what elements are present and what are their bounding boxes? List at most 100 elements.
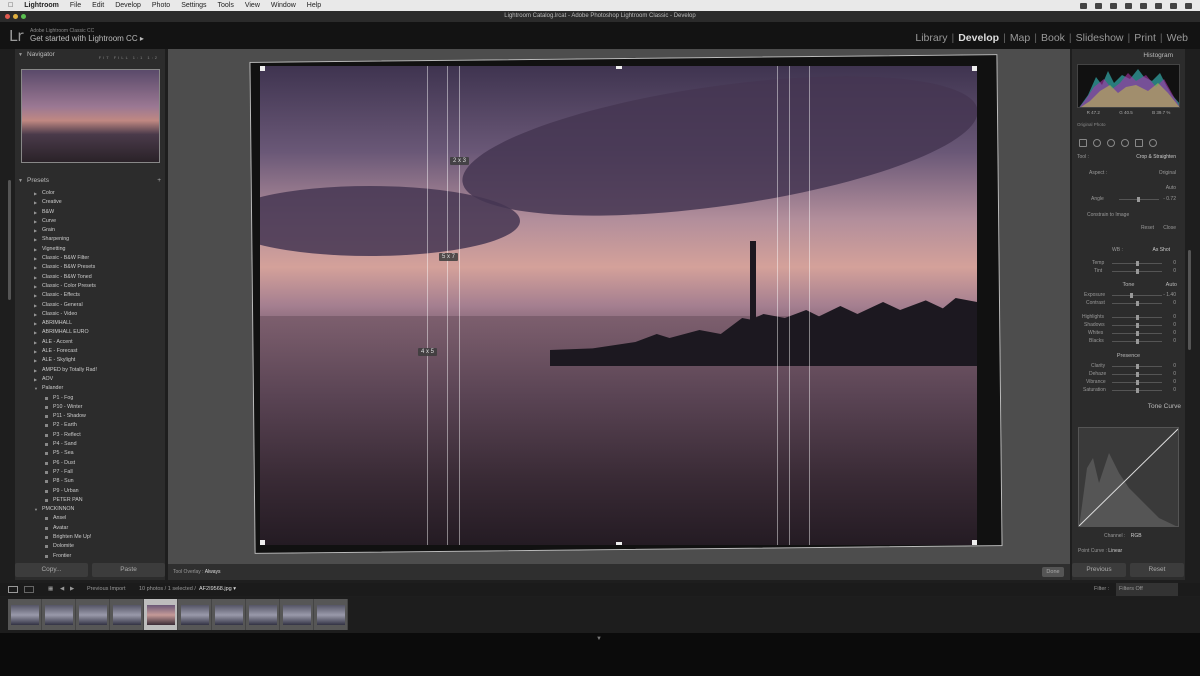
presets-header[interactable]: Presets +	[15, 175, 165, 187]
filmstrip-thumbnail[interactable]	[110, 599, 144, 630]
spot-removal-icon[interactable]	[1093, 139, 1101, 147]
contrast-row[interactable]: Contrast 0	[1077, 299, 1180, 308]
shadows-slider[interactable]	[1112, 323, 1162, 328]
chevron-right-icon[interactable]: ▶	[34, 189, 37, 198]
grid-view-icon[interactable]: ▦	[48, 583, 53, 596]
tone-auto-button[interactable]: Auto	[1166, 282, 1177, 288]
filmstrip-thumbnail[interactable]	[144, 599, 178, 630]
filmstrip-thumbnail[interactable]	[212, 599, 246, 630]
menu-settings[interactable]: Settings	[181, 0, 206, 11]
preset-folder[interactable]: ▶ Classic - Color Presets	[15, 282, 165, 291]
navigator-zoom-options[interactable]: FIT FILL 1:1 1:2	[99, 52, 159, 64]
module-map[interactable]: Map	[1006, 32, 1034, 44]
vibrance-slider[interactable]	[1112, 380, 1162, 385]
point-curve-row[interactable]: Point Curve : Linear	[1078, 548, 1122, 554]
crop-reset-button[interactable]: Reset	[1141, 224, 1154, 233]
chevron-right-icon[interactable]: ▶	[34, 328, 37, 337]
preset-item[interactable]: P10 - Winter	[15, 403, 165, 412]
filmstrip-thumbnail[interactable]	[76, 599, 110, 630]
photo-crop-area[interactable]: 2 x 3 5 x 7 4 x 5	[260, 66, 977, 545]
saturation-row[interactable]: Saturation 0	[1077, 386, 1180, 395]
preset-folder[interactable]: ▶ ABRIMHALL EURO	[15, 328, 165, 337]
module-print[interactable]: Print	[1130, 32, 1160, 44]
crop-handle[interactable]	[616, 66, 622, 69]
menu-icon[interactable]	[1185, 2, 1192, 9]
chevron-right-icon[interactable]: ▶	[34, 273, 37, 282]
preset-folder[interactable]: ▶ Classic - B&W Filter	[15, 254, 165, 263]
red-eye-icon[interactable]	[1107, 139, 1115, 147]
preset-item[interactable]: P2 - Earth	[15, 421, 165, 430]
preset-folder[interactable]: ▶ Classic - B&W Presets	[15, 263, 165, 272]
preset-item[interactable]: P5 - Sea	[15, 449, 165, 458]
menu-help[interactable]: Help	[307, 0, 321, 11]
zoom-window-icon[interactable]	[21, 14, 26, 19]
chevron-right-icon[interactable]: ▶	[34, 310, 37, 319]
previous-button[interactable]: Previous	[1072, 563, 1126, 577]
menu-edit[interactable]: Edit	[92, 0, 104, 11]
user-icon[interactable]	[1155, 2, 1162, 9]
preset-item[interactable]: Frontier	[15, 552, 165, 561]
channel-row[interactable]: Channel : RGB	[1104, 533, 1142, 539]
chevron-right-icon[interactable]: ▶	[34, 208, 37, 217]
preset-item[interactable]: Avatar	[15, 524, 165, 533]
status-icon[interactable]	[1080, 2, 1087, 9]
contrast-slider[interactable]	[1112, 301, 1162, 306]
wb-row[interactable]: WB : As Shot	[1077, 246, 1180, 255]
preset-folder[interactable]: ▶ Classic - B&W Toned	[15, 273, 165, 282]
left-scrollbar[interactable]	[8, 180, 11, 300]
wifi-icon[interactable]	[1125, 2, 1132, 9]
tint-slider[interactable]	[1112, 269, 1162, 274]
forward-arrow-icon[interactable]: ▶	[70, 583, 74, 596]
chevron-right-icon[interactable]: ▶	[34, 217, 37, 226]
aspect-row[interactable]: Aspect : Original	[1077, 169, 1180, 178]
module-slideshow[interactable]: Slideshow	[1072, 32, 1128, 44]
tone-curve-title[interactable]: Tone Curve	[1148, 403, 1181, 410]
chevron-right-icon[interactable]: ▶	[34, 291, 37, 300]
menu-lightroom[interactable]: Lightroom	[24, 0, 59, 11]
module-web[interactable]: Web	[1163, 32, 1192, 44]
preset-folder[interactable]: ▶ Vignetting	[15, 245, 165, 254]
preset-item[interactable]: P1 - Fog	[15, 394, 165, 403]
preset-item[interactable]: P9 - Urban	[15, 487, 165, 496]
status-icon[interactable]	[1110, 2, 1117, 9]
expand-filmstrip-icon[interactable]: ▼	[596, 636, 602, 642]
menu-photo[interactable]: Photo	[152, 0, 170, 11]
navigator-header[interactable]: Navigator FIT FILL 1:1 1:2	[15, 49, 165, 61]
paste-button[interactable]: Paste	[92, 563, 165, 577]
chevron-right-icon[interactable]: ▶	[34, 198, 37, 207]
highlights-slider[interactable]	[1112, 315, 1162, 320]
account-link[interactable]: Get started with Lightroom CC ▸	[30, 34, 144, 43]
crop-handle[interactable]	[972, 66, 977, 71]
preset-item[interactable]: Dolomite	[15, 542, 165, 551]
filmstrip-thumbnail[interactable]	[246, 599, 280, 630]
preset-item[interactable]: P6 - Dust	[15, 459, 165, 468]
blacks-slider[interactable]	[1112, 339, 1162, 344]
whites-slider[interactable]	[1112, 331, 1162, 336]
chevron-right-icon[interactable]: ▶	[34, 245, 37, 254]
minimize-window-icon[interactable]	[13, 14, 18, 19]
brush-icon[interactable]	[1149, 139, 1157, 147]
crop-handle[interactable]	[972, 540, 977, 545]
preset-folder[interactable]: ▼ Palander	[15, 384, 165, 393]
graduated-filter-icon[interactable]	[1135, 139, 1143, 147]
preset-folder[interactable]: ▶ Color	[15, 189, 165, 198]
preset-folder[interactable]: ▶ Classic - General	[15, 301, 165, 310]
preset-folder[interactable]: ▶ ALE - Forecast	[15, 347, 165, 356]
preset-folder[interactable]: ▼ PMCKINNON	[15, 505, 165, 514]
chevron-right-icon[interactable]: ▶	[34, 356, 37, 365]
blacks-row[interactable]: Blacks 0	[1077, 337, 1180, 346]
clarity-slider[interactable]	[1112, 364, 1162, 369]
menu-window[interactable]: Window	[271, 0, 296, 11]
search-icon[interactable]	[1170, 2, 1177, 9]
dehaze-slider[interactable]	[1112, 372, 1162, 377]
chevron-right-icon[interactable]: ▶	[34, 338, 37, 347]
preset-folder[interactable]: ▶ ALE - Accent	[15, 338, 165, 347]
navigator-preview[interactable]	[21, 69, 160, 163]
preset-folder[interactable]: ▶ AOV	[15, 375, 165, 384]
preset-item[interactable]: P4 - Sand	[15, 440, 165, 449]
histogram-title[interactable]: Histogram	[1143, 52, 1173, 59]
preset-folder[interactable]: ▶ Grain	[15, 226, 165, 235]
chevron-right-icon[interactable]: ▶	[34, 282, 37, 291]
chevron-right-icon[interactable]: ▶	[34, 235, 37, 244]
preset-folder[interactable]: ▶ AMPED by Totally Rad!	[15, 366, 165, 375]
